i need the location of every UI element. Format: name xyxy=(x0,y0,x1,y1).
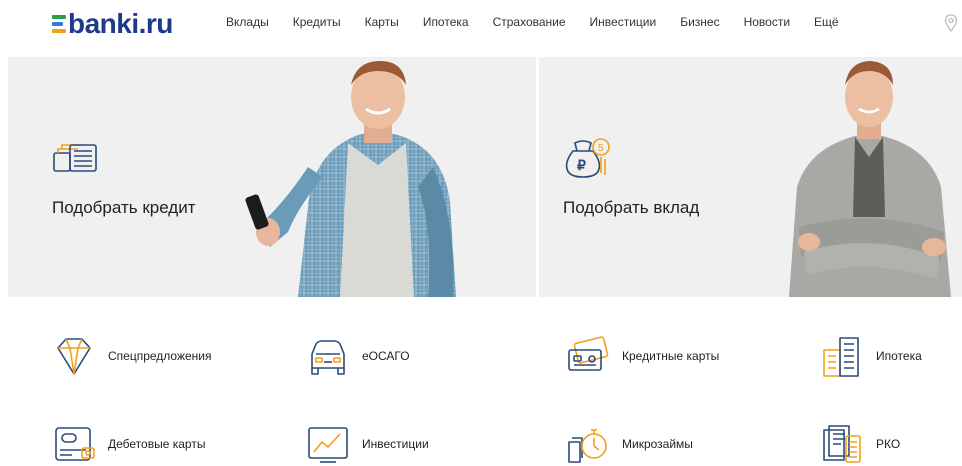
main-nav: Вклады Кредиты Карты Ипотека Страхование… xyxy=(226,15,863,29)
diamond-icon xyxy=(57,338,91,375)
top-header: banki.ru Вклады Кредиты Карты Ипотека Ст… xyxy=(0,0,962,48)
money-bag-coins-icon: ₽ 5 xyxy=(565,138,610,178)
hero-credit-title[interactable]: Подобрать кредит xyxy=(52,198,196,218)
product-rko[interactable]: РКО xyxy=(820,422,900,466)
product-label: Спецпредложения xyxy=(108,349,212,363)
product-label: Инвестиции xyxy=(362,437,429,451)
product-special-offers[interactable]: Спецпредложения xyxy=(52,334,212,378)
product-credit-cards[interactable]: Кредитные карты xyxy=(566,334,719,378)
product-investments[interactable]: Инвестиции xyxy=(306,422,429,466)
chart-icon xyxy=(308,427,348,463)
hero-deposit-banner[interactable]: ₽ 5 Подобрать вклад xyxy=(539,57,962,297)
product-mortgage[interactable]: Ипотека xyxy=(820,334,922,378)
product-microloans[interactable]: Микрозаймы xyxy=(566,422,693,466)
nav-item-business[interactable]: Бизнес xyxy=(680,15,719,29)
product-label: еОСАГО xyxy=(362,349,410,363)
location-pin-icon[interactable] xyxy=(944,14,958,32)
building-icon xyxy=(823,337,859,377)
documents-icon xyxy=(823,425,861,463)
product-label: Микрозаймы xyxy=(622,437,693,451)
credit-card-icon xyxy=(568,336,609,371)
logo-text: banki.ru xyxy=(68,8,173,39)
logo-mark-icon xyxy=(52,13,66,35)
hero-deposit-title[interactable]: Подобрать вклад xyxy=(563,198,699,218)
product-label: Дебетовые карты xyxy=(108,437,206,451)
nav-item-news[interactable]: Новости xyxy=(744,15,790,29)
nav-item-deposits[interactable]: Вклады xyxy=(226,15,269,29)
nav-item-mortgage[interactable]: Ипотека xyxy=(423,15,469,29)
nav-item-cards[interactable]: Карты xyxy=(365,15,399,29)
man-in-suit-photo xyxy=(789,61,951,297)
wallet-icon xyxy=(55,427,95,461)
nav-item-investments[interactable]: Инвестиции xyxy=(590,15,657,29)
man-with-phone-photo xyxy=(245,61,456,297)
car-icon xyxy=(311,340,345,375)
product-debit-cards[interactable]: Дебетовые карты xyxy=(52,422,205,466)
nav-item-insurance[interactable]: Страхование xyxy=(493,15,566,29)
product-label: Ипотека xyxy=(876,349,922,363)
svg-text:5: 5 xyxy=(598,143,604,154)
nav-item-more[interactable]: Ещё xyxy=(814,15,839,29)
nav-item-credits[interactable]: Кредиты xyxy=(293,15,341,29)
svg-text:₽: ₽ xyxy=(577,157,586,173)
product-label: РКО xyxy=(876,437,901,451)
money-stack-icon xyxy=(53,144,97,172)
banki-logo[interactable]: banki.ru xyxy=(52,8,173,40)
product-label: Кредитные карты xyxy=(622,349,720,363)
stopwatch-money-icon xyxy=(568,429,607,463)
hero-credit-banner[interactable]: Подобрать кредит xyxy=(8,57,536,297)
product-eosago[interactable]: еОСАГО xyxy=(306,334,410,378)
